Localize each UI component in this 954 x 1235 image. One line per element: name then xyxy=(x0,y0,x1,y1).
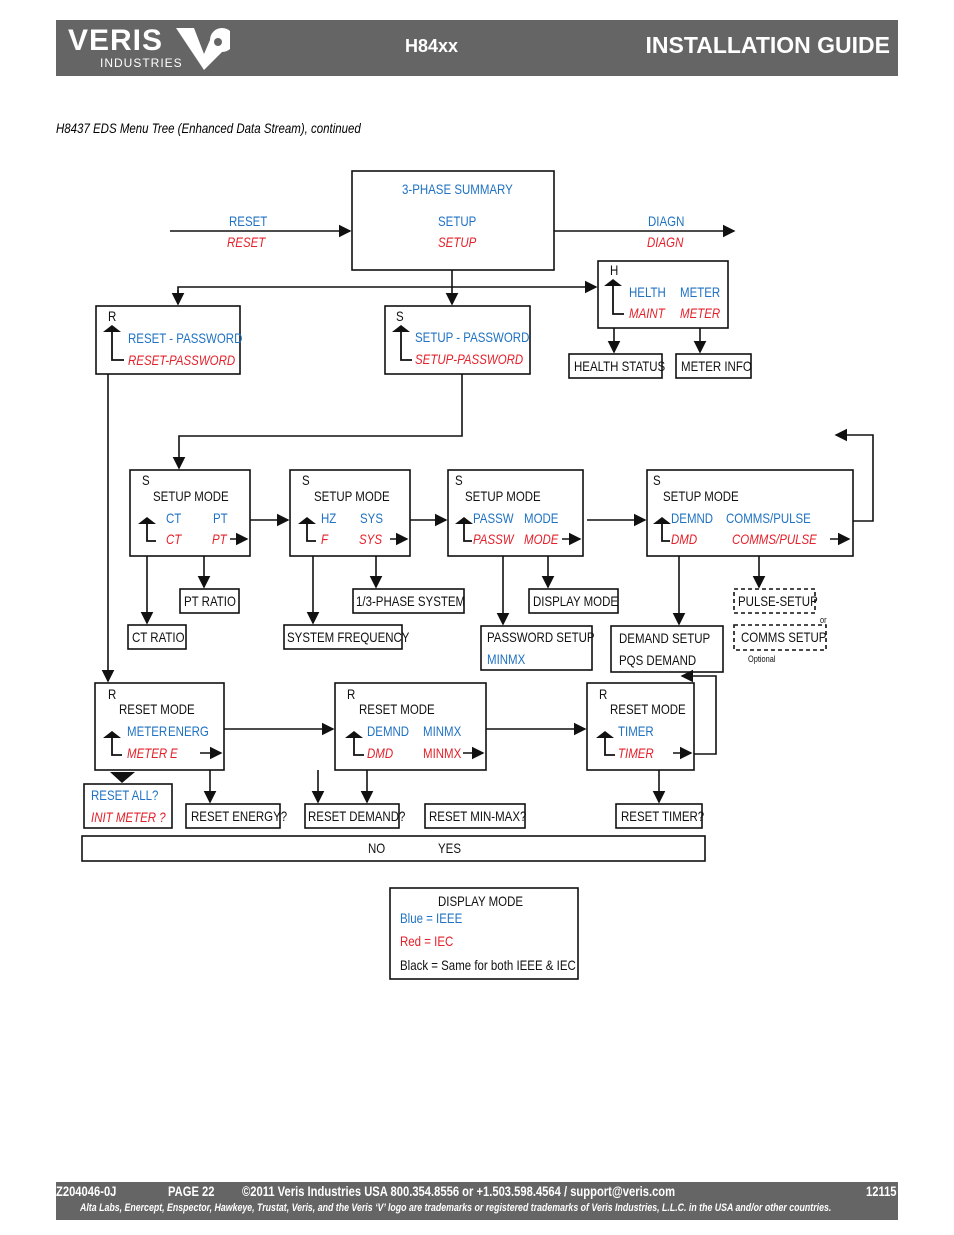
reset-timer-iec: TIMER xyxy=(618,745,654,761)
setup-hz-ieee: HZ xyxy=(321,510,337,526)
legend-red: Red = IEC xyxy=(400,933,454,949)
health-status-box: HEALTH STATUS xyxy=(574,358,666,374)
reset-meter-ieee: METER xyxy=(127,723,168,739)
display-mode-box: DISPLAY MODE xyxy=(533,593,619,609)
diagn-label-iec: DIAGN xyxy=(647,234,684,250)
reset-meter-iec: METER xyxy=(127,745,168,761)
reset-box-letter: R xyxy=(599,686,608,702)
summary-title: 3-PHASE SUMMARY xyxy=(402,181,513,197)
reset-pw-ieee: RESET - PASSWORD xyxy=(128,330,243,346)
reset-all-ieee: RESET ALL? xyxy=(91,787,159,803)
setup-label-iec: SETUP xyxy=(438,234,477,250)
password-setup-box: PASSWORD SETUP xyxy=(487,629,595,645)
setup-pw-letter: S xyxy=(396,308,404,324)
reset-box-letter: R xyxy=(347,686,356,702)
system-frequency-box: SYSTEM FREQUENCY xyxy=(287,629,410,645)
setup-comms-iec: COMMS/PULSE xyxy=(732,531,817,547)
health-ieee-2: METER xyxy=(680,284,721,300)
comms-setup-box: COMMS SETUP xyxy=(741,629,827,645)
pulse-setup-box: PULSE-SETUP xyxy=(738,593,818,609)
reset-energ-ieee: ENERG xyxy=(168,723,209,739)
pt-ratio-box: PT RATIO xyxy=(184,593,236,609)
setup-mode-iec: MODE xyxy=(524,531,559,547)
reset-box-title: RESET MODE xyxy=(119,701,195,717)
reset-minmx-iec: MINMX xyxy=(423,745,462,761)
health-box-letter: H xyxy=(610,262,619,278)
reset-box-letter: R xyxy=(108,686,117,702)
setup-box-title: SETUP MODE xyxy=(465,488,541,504)
yes-label: YES xyxy=(438,840,461,856)
contact-info: ©2011 Veris Industries USA 800.354.8556 … xyxy=(242,1183,676,1199)
health-ieee-1: HELTH xyxy=(629,284,666,300)
setup-demnd-ieee: DEMND xyxy=(671,510,714,526)
setup-pw-ieee: SETUP - PASSWORD xyxy=(415,329,530,345)
setup-box-letter: S xyxy=(302,472,310,488)
diagn-label-ieee: DIAGN xyxy=(648,213,685,229)
setup-label-ieee: SETUP xyxy=(438,213,477,229)
reset-pw-iec: RESET-PASSWORD xyxy=(128,352,236,368)
setup-box-letter: S xyxy=(455,472,463,488)
setup-f-iec: F xyxy=(321,531,329,547)
reset-label-ieee: RESET xyxy=(229,213,268,229)
setup-passw-iec: PASSW xyxy=(473,531,514,547)
reset-timer-box: RESET TIMER? xyxy=(621,808,705,824)
reset-minmx-ieee: MINMX xyxy=(423,723,462,739)
trademark-notice: Alta Labs, Enercept, Enspector, Hawkeye,… xyxy=(80,1202,832,1214)
setup-pt-ieee: PT xyxy=(213,510,228,526)
demand-setup-box: DEMAND SETUP xyxy=(619,630,711,646)
setup-ct-iec: CT xyxy=(166,531,182,547)
page-footer: Z204046-0J PAGE 22 ©2011 Veris Industrie… xyxy=(56,1182,898,1220)
reset-timer-ieee: TIMER xyxy=(618,723,654,739)
health-iec-1: MAINT xyxy=(629,305,665,321)
password-minmx: MINMX xyxy=(487,651,526,667)
reset-pw-letter: R xyxy=(108,308,117,324)
page-number: PAGE 22 xyxy=(168,1183,215,1199)
phase-system-box: 1/3-PHASE SYSTEM xyxy=(356,593,466,609)
setup-sys-iec: SYS xyxy=(359,531,382,547)
ct-ratio-box: CT RATIO xyxy=(132,629,185,645)
legend-title: DISPLAY MODE xyxy=(438,893,524,909)
legend-blue: Blue = IEEE xyxy=(400,910,463,926)
revision-code: 12115 xyxy=(866,1183,897,1199)
reset-demand-box: RESET DEMAND? xyxy=(308,808,406,824)
setup-box-title: SETUP MODE xyxy=(663,488,739,504)
reset-box-title: RESET MODE xyxy=(610,701,686,717)
meter-info-box: METER INFO xyxy=(681,358,752,374)
doc-number: Z204046-0J xyxy=(56,1183,117,1199)
setup-passw-ieee: PASSW xyxy=(473,510,514,526)
setup-comms-ieee: COMMS/PULSE xyxy=(726,510,811,526)
setup-box-letter: S xyxy=(142,472,150,488)
setup-pt-iec: PT xyxy=(212,531,227,547)
setup-dmd-iec: DMD xyxy=(671,531,698,547)
reset-demnd-ieee: DEMND xyxy=(367,723,410,739)
setup-box-title: SETUP MODE xyxy=(314,488,390,504)
setup-box-title: SETUP MODE xyxy=(153,488,229,504)
pqs-demand: PQS DEMAND xyxy=(619,652,697,668)
reset-energy-box: RESET ENERGY? xyxy=(191,808,288,824)
reset-dmd-iec: DMD xyxy=(367,745,394,761)
init-meter-iec: INIT METER ? xyxy=(91,809,166,825)
setup-sys-ieee: SYS xyxy=(360,510,383,526)
reset-minmax-box: RESET MIN-MAX? xyxy=(429,808,527,824)
setup-ct-ieee: CT xyxy=(166,510,182,526)
no-label: NO xyxy=(368,840,386,856)
setup-pw-iec: SETUP-PASSWORD xyxy=(415,351,524,367)
health-iec-2: METER xyxy=(680,305,721,321)
reset-box-title: RESET MODE xyxy=(359,701,435,717)
optional-label: Optional xyxy=(748,654,776,664)
reset-e-iec: E xyxy=(170,745,178,761)
setup-box-letter: S xyxy=(653,472,661,488)
setup-mode-ieee: MODE xyxy=(524,510,559,526)
legend-black: Black = Same for both IEEE & IEC xyxy=(400,957,576,973)
or-label: or xyxy=(820,615,827,625)
reset-label-iec: RESET xyxy=(227,234,266,250)
